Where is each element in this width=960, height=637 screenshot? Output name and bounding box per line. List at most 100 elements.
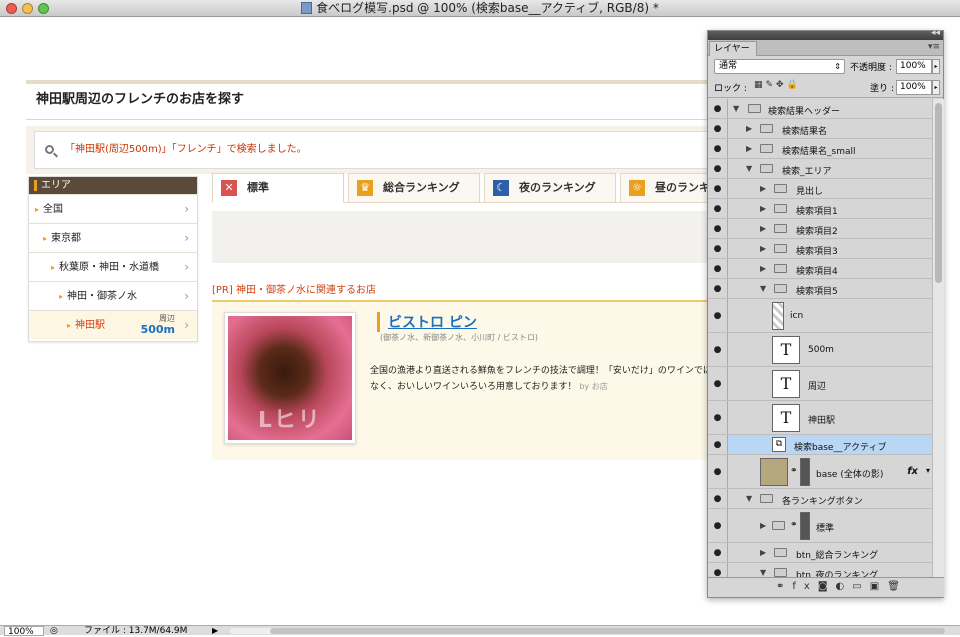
- eye-icon[interactable]: ●: [708, 239, 728, 258]
- collapsed-triangle-icon[interactable]: ▶: [760, 548, 766, 557]
- layer-row[interactable]: ● ▶ 検索項目4: [708, 259, 932, 279]
- psd-file-icon: [301, 2, 313, 14]
- trash-icon[interactable]: 🗑: [887, 581, 908, 592]
- collapse-icon[interactable]: ◂◂: [931, 28, 940, 38]
- layer-row[interactable]: ● ▶ btn_総合ランキング: [708, 543, 932, 563]
- layer-row[interactable]: ● ▶ 検索項目3: [708, 239, 932, 259]
- minimize-button[interactable]: [22, 3, 33, 14]
- tab-lunch-ranking[interactable]: ☼ 昼のランキ: [620, 173, 716, 203]
- layer-row[interactable]: ● ▼ 検索_エリア: [708, 159, 932, 179]
- fill-dropdown[interactable]: ▸: [932, 80, 940, 95]
- expanded-triangle-icon[interactable]: ▼: [733, 104, 739, 113]
- tab-overall-ranking[interactable]: ♛ 総合ランキング: [348, 173, 480, 203]
- close-button[interactable]: [6, 3, 17, 14]
- panel-menu-icon[interactable]: ▾≡: [928, 42, 940, 52]
- area-item-zenkoku[interactable]: ▸ 全国 ›: [29, 194, 197, 223]
- layer-row[interactable]: ● ▶ 検索項目1: [708, 199, 932, 219]
- eye-icon[interactable]: ●: [708, 159, 728, 178]
- eye-icon[interactable]: ●: [708, 543, 728, 562]
- area-item-kanda-ochanomizu[interactable]: ▸ 神田・御茶ノ水 ›: [29, 281, 197, 310]
- expanded-triangle-icon[interactable]: ▼: [760, 284, 766, 293]
- link-layers-icon[interactable]: ⚭: [776, 581, 792, 592]
- eye-icon[interactable]: ●: [708, 199, 728, 218]
- eye-icon[interactable]: ●: [708, 219, 728, 238]
- fx-icon[interactable]: fx: [792, 581, 817, 592]
- layer-row[interactable]: ● icn: [708, 299, 932, 333]
- new-layer-icon[interactable]: ▣: [870, 581, 887, 592]
- new-group-icon[interactable]: ▭: [852, 581, 869, 592]
- tab-standard[interactable]: ✕ 標準: [212, 173, 344, 203]
- layer-row[interactable]: ● ▶ ⚭ 標準: [708, 509, 932, 543]
- opacity-dropdown[interactable]: ▸: [932, 59, 940, 74]
- fx-icon[interactable]: fx: [907, 466, 918, 477]
- eye-icon[interactable]: ●: [708, 259, 728, 278]
- layer-row-selected[interactable]: ● ⧉ 検索base__アクティブ: [708, 435, 932, 455]
- collapsed-triangle-icon[interactable]: ▶: [760, 224, 766, 233]
- collapsed-triangle-icon[interactable]: ▶: [760, 204, 766, 213]
- lock-icons[interactable]: ▦✎✥🔒: [754, 80, 801, 90]
- chevron-right-icon: ›: [184, 318, 189, 332]
- restaurant-name-link[interactable]: ビストロ ピン: [377, 312, 477, 332]
- eye-icon[interactable]: ●: [708, 401, 728, 434]
- expanded-triangle-icon[interactable]: ▼: [746, 494, 752, 503]
- eye-icon[interactable]: ●: [708, 367, 728, 400]
- food-image: ᒪヒリ: [228, 316, 352, 440]
- collapsed-triangle-icon[interactable]: ▶: [746, 144, 752, 153]
- layer-row[interactable]: ● T 周辺: [708, 367, 932, 401]
- layer-row[interactable]: ● ▶ 検索結果名_small: [708, 139, 932, 159]
- chain-link-icon[interactable]: ⚭: [790, 520, 798, 530]
- layer-row[interactable]: ● ▼ 検索結果ヘッダー: [708, 99, 932, 119]
- eye-icon[interactable]: ●: [708, 279, 728, 298]
- eye-icon[interactable]: ●: [708, 299, 728, 332]
- near-label: 周辺: [159, 314, 175, 323]
- tab-night-ranking[interactable]: ☾ 夜のランキング: [484, 173, 616, 203]
- layer-row[interactable]: ● ▼ 各ランキングボタン: [708, 489, 932, 509]
- eye-icon[interactable]: ●: [708, 99, 728, 118]
- layer-scrollbar[interactable]: [932, 99, 944, 579]
- eye-icon[interactable]: ●: [708, 179, 728, 198]
- eye-icon[interactable]: ●: [708, 139, 728, 158]
- text-layer-icon: T: [772, 336, 800, 364]
- layer-row[interactable]: ● ⚭ base (全体の影) fx ▾: [708, 455, 932, 489]
- layer-row[interactable]: ● ▶ 検索項目2: [708, 219, 932, 239]
- eye-icon[interactable]: ●: [708, 435, 728, 454]
- expand-effects-icon[interactable]: ▾: [926, 466, 930, 475]
- scroll-thumb[interactable]: [270, 628, 945, 634]
- blend-mode-select[interactable]: 通常 ⇕: [714, 59, 845, 74]
- collapsed-triangle-icon[interactable]: ▶: [760, 184, 766, 193]
- expanded-triangle-icon[interactable]: ▼: [746, 164, 752, 173]
- collapsed-triangle-icon[interactable]: ▶: [760, 521, 766, 530]
- scroll-thumb[interactable]: [935, 103, 942, 283]
- collapsed-triangle-icon[interactable]: ▶: [760, 244, 766, 253]
- collapsed-triangle-icon[interactable]: ▶: [760, 264, 766, 273]
- eye-icon[interactable]: ●: [708, 333, 728, 366]
- layer-row[interactable]: ● T 神田駅: [708, 401, 932, 435]
- layer-name: 検索base__アクティブ: [794, 443, 887, 453]
- layer-row[interactable]: ● ▶ 見出し: [708, 179, 932, 199]
- layer-row[interactable]: ● T 500m: [708, 333, 932, 367]
- chain-link-icon[interactable]: ⚭: [790, 466, 798, 476]
- tab-layers[interactable]: レイヤー: [709, 41, 757, 56]
- eye-icon[interactable]: ●: [708, 119, 728, 138]
- expanded-triangle-icon[interactable]: ▼: [760, 568, 766, 577]
- eye-icon[interactable]: ●: [708, 509, 728, 542]
- sun-icon: ☼: [629, 180, 645, 196]
- restaurant-meta: (御茶ノ水、新御茶ノ水、小川町 / ビストロ): [380, 333, 539, 342]
- panel-titlebar[interactable]: ◂◂: [708, 28, 943, 40]
- zoom-button[interactable]: [38, 3, 49, 14]
- mask-icon[interactable]: ◙: [818, 581, 836, 592]
- eye-icon[interactable]: ●: [708, 489, 728, 508]
- folder-icon: [774, 184, 787, 193]
- area-item-kanda-station[interactable]: ▸ 神田駅 周辺 500m ›: [29, 310, 197, 339]
- opacity-field[interactable]: 100%: [896, 59, 932, 74]
- collapsed-triangle-icon[interactable]: ▶: [746, 124, 752, 133]
- area-item-tokyo[interactable]: ▸ 東京都 ›: [29, 223, 197, 252]
- adjustment-icon[interactable]: ◐: [836, 581, 853, 592]
- layer-row[interactable]: ● ▶ 検索結果名: [708, 119, 932, 139]
- restaurant-photo[interactable]: ᒪヒリ: [224, 312, 356, 444]
- horizontal-scrollbar[interactable]: [230, 628, 945, 634]
- layer-row[interactable]: ● ▼ 検索項目5: [708, 279, 932, 299]
- area-item-akihabara[interactable]: ▸ 秋葉原・神田・水道橋 ›: [29, 252, 197, 281]
- eye-icon[interactable]: ●: [708, 455, 728, 488]
- fill-field[interactable]: 100%: [896, 80, 932, 95]
